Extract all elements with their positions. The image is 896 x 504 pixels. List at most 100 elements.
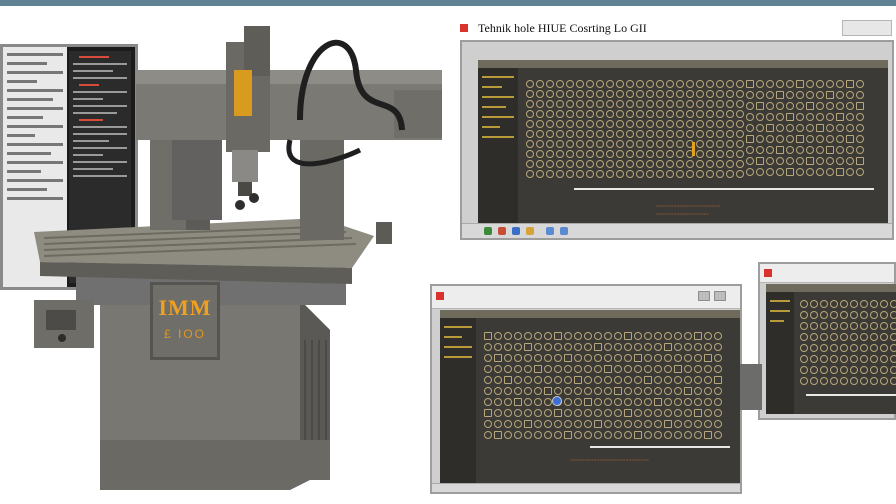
grid-cell[interactable] bbox=[564, 365, 572, 373]
grid-cell[interactable] bbox=[800, 377, 808, 385]
grid-cell[interactable] bbox=[830, 355, 838, 363]
grid-cell[interactable] bbox=[644, 332, 652, 340]
grid-cell[interactable] bbox=[674, 332, 682, 340]
grid-cell[interactable] bbox=[526, 110, 534, 118]
grid-cell[interactable] bbox=[860, 377, 868, 385]
grid-cell[interactable] bbox=[566, 80, 574, 88]
grid-cell[interactable] bbox=[606, 130, 614, 138]
taskbar-icon[interactable] bbox=[526, 227, 534, 235]
grid-cell[interactable] bbox=[766, 80, 774, 88]
grid-cell[interactable] bbox=[776, 146, 784, 154]
grid-cell[interactable] bbox=[796, 168, 804, 176]
grid-cell[interactable] bbox=[706, 110, 714, 118]
grid-cell[interactable] bbox=[816, 80, 824, 88]
grid-cell[interactable] bbox=[684, 343, 692, 351]
grid-cell[interactable] bbox=[546, 130, 554, 138]
grid-cell[interactable] bbox=[816, 168, 824, 176]
grid-cell[interactable] bbox=[756, 113, 764, 121]
grid-cell[interactable] bbox=[820, 355, 828, 363]
grid-cell[interactable] bbox=[586, 160, 594, 168]
grid-cell[interactable] bbox=[856, 135, 864, 143]
grid-cell[interactable] bbox=[810, 344, 818, 352]
grid-cell[interactable] bbox=[504, 420, 512, 428]
grid-cell[interactable] bbox=[860, 322, 868, 330]
grid-cell[interactable] bbox=[534, 343, 542, 351]
grid-cell[interactable] bbox=[574, 343, 582, 351]
grid-cell[interactable] bbox=[694, 387, 702, 395]
grid-cell[interactable] bbox=[576, 120, 584, 128]
cell-grid[interactable] bbox=[800, 300, 896, 387]
grid-cell[interactable] bbox=[686, 130, 694, 138]
grid-cell[interactable] bbox=[706, 130, 714, 138]
grid-cell[interactable] bbox=[644, 387, 652, 395]
grid-cell[interactable] bbox=[696, 120, 704, 128]
grid-cell[interactable] bbox=[776, 135, 784, 143]
grid-cell[interactable] bbox=[594, 332, 602, 340]
grid-cell[interactable] bbox=[694, 332, 702, 340]
grid-cell[interactable] bbox=[716, 80, 724, 88]
grid-cell[interactable] bbox=[846, 124, 854, 132]
grid-cell[interactable] bbox=[536, 120, 544, 128]
grid-cell[interactable] bbox=[684, 398, 692, 406]
grid-cell[interactable] bbox=[484, 354, 492, 362]
grid-cell[interactable] bbox=[666, 110, 674, 118]
grid-cell[interactable] bbox=[736, 80, 744, 88]
grid-cell[interactable] bbox=[656, 150, 664, 158]
grid-cell[interactable] bbox=[736, 110, 744, 118]
grid-cell[interactable] bbox=[786, 113, 794, 121]
grid-cell[interactable] bbox=[816, 102, 824, 110]
grid-cell[interactable] bbox=[554, 343, 562, 351]
grid-cell[interactable] bbox=[484, 431, 492, 439]
grid-cell[interactable] bbox=[646, 150, 654, 158]
grid-cell[interactable] bbox=[694, 420, 702, 428]
grid-cell[interactable] bbox=[564, 431, 572, 439]
grid-cell[interactable] bbox=[756, 135, 764, 143]
grid-cell[interactable] bbox=[706, 120, 714, 128]
grid-cell[interactable] bbox=[870, 300, 878, 308]
grid-cell[interactable] bbox=[596, 80, 604, 88]
grid-cell[interactable] bbox=[654, 409, 662, 417]
grid-cell[interactable] bbox=[636, 80, 644, 88]
grid-cell[interactable] bbox=[556, 80, 564, 88]
grid-cell[interactable] bbox=[846, 168, 854, 176]
grid-cell[interactable] bbox=[626, 80, 634, 88]
grid-cell[interactable] bbox=[616, 140, 624, 148]
grid-cell[interactable] bbox=[714, 354, 722, 362]
grid-cell[interactable] bbox=[596, 100, 604, 108]
grid-cell[interactable] bbox=[840, 366, 848, 374]
grid-cell[interactable] bbox=[614, 354, 622, 362]
grid-cell[interactable] bbox=[736, 100, 744, 108]
grid-cell[interactable] bbox=[836, 102, 844, 110]
grid-cell[interactable] bbox=[554, 365, 562, 373]
grid-cell[interactable] bbox=[604, 365, 612, 373]
grid-cell[interactable] bbox=[554, 332, 562, 340]
grid-cell[interactable] bbox=[776, 168, 784, 176]
grid-cell[interactable] bbox=[880, 344, 888, 352]
grid-cell[interactable] bbox=[736, 170, 744, 178]
grid-cell[interactable] bbox=[686, 110, 694, 118]
grid-cell[interactable] bbox=[736, 150, 744, 158]
grid-cell[interactable] bbox=[846, 80, 854, 88]
grid-cell[interactable] bbox=[564, 376, 572, 384]
grid-cell[interactable] bbox=[816, 91, 824, 99]
grid-cell[interactable] bbox=[826, 168, 834, 176]
grid-cell[interactable] bbox=[594, 343, 602, 351]
grid-cell[interactable] bbox=[806, 102, 814, 110]
grid-cell[interactable] bbox=[546, 150, 554, 158]
grid-cell[interactable] bbox=[656, 160, 664, 168]
grid-cell[interactable] bbox=[534, 409, 542, 417]
grid-cell[interactable] bbox=[584, 376, 592, 384]
grid-cell[interactable] bbox=[564, 398, 572, 406]
grid-cell[interactable] bbox=[840, 311, 848, 319]
grid-cell[interactable] bbox=[676, 130, 684, 138]
grid-cell[interactable] bbox=[716, 160, 724, 168]
grid-cell[interactable] bbox=[726, 150, 734, 158]
grid-cell[interactable] bbox=[624, 354, 632, 362]
grid-cell[interactable] bbox=[786, 135, 794, 143]
grid-cell[interactable] bbox=[654, 387, 662, 395]
grid-cell[interactable] bbox=[626, 100, 634, 108]
grid-cell[interactable] bbox=[546, 140, 554, 148]
grid-cell[interactable] bbox=[536, 160, 544, 168]
grid-cell[interactable] bbox=[856, 146, 864, 154]
grid-cell[interactable] bbox=[514, 354, 522, 362]
